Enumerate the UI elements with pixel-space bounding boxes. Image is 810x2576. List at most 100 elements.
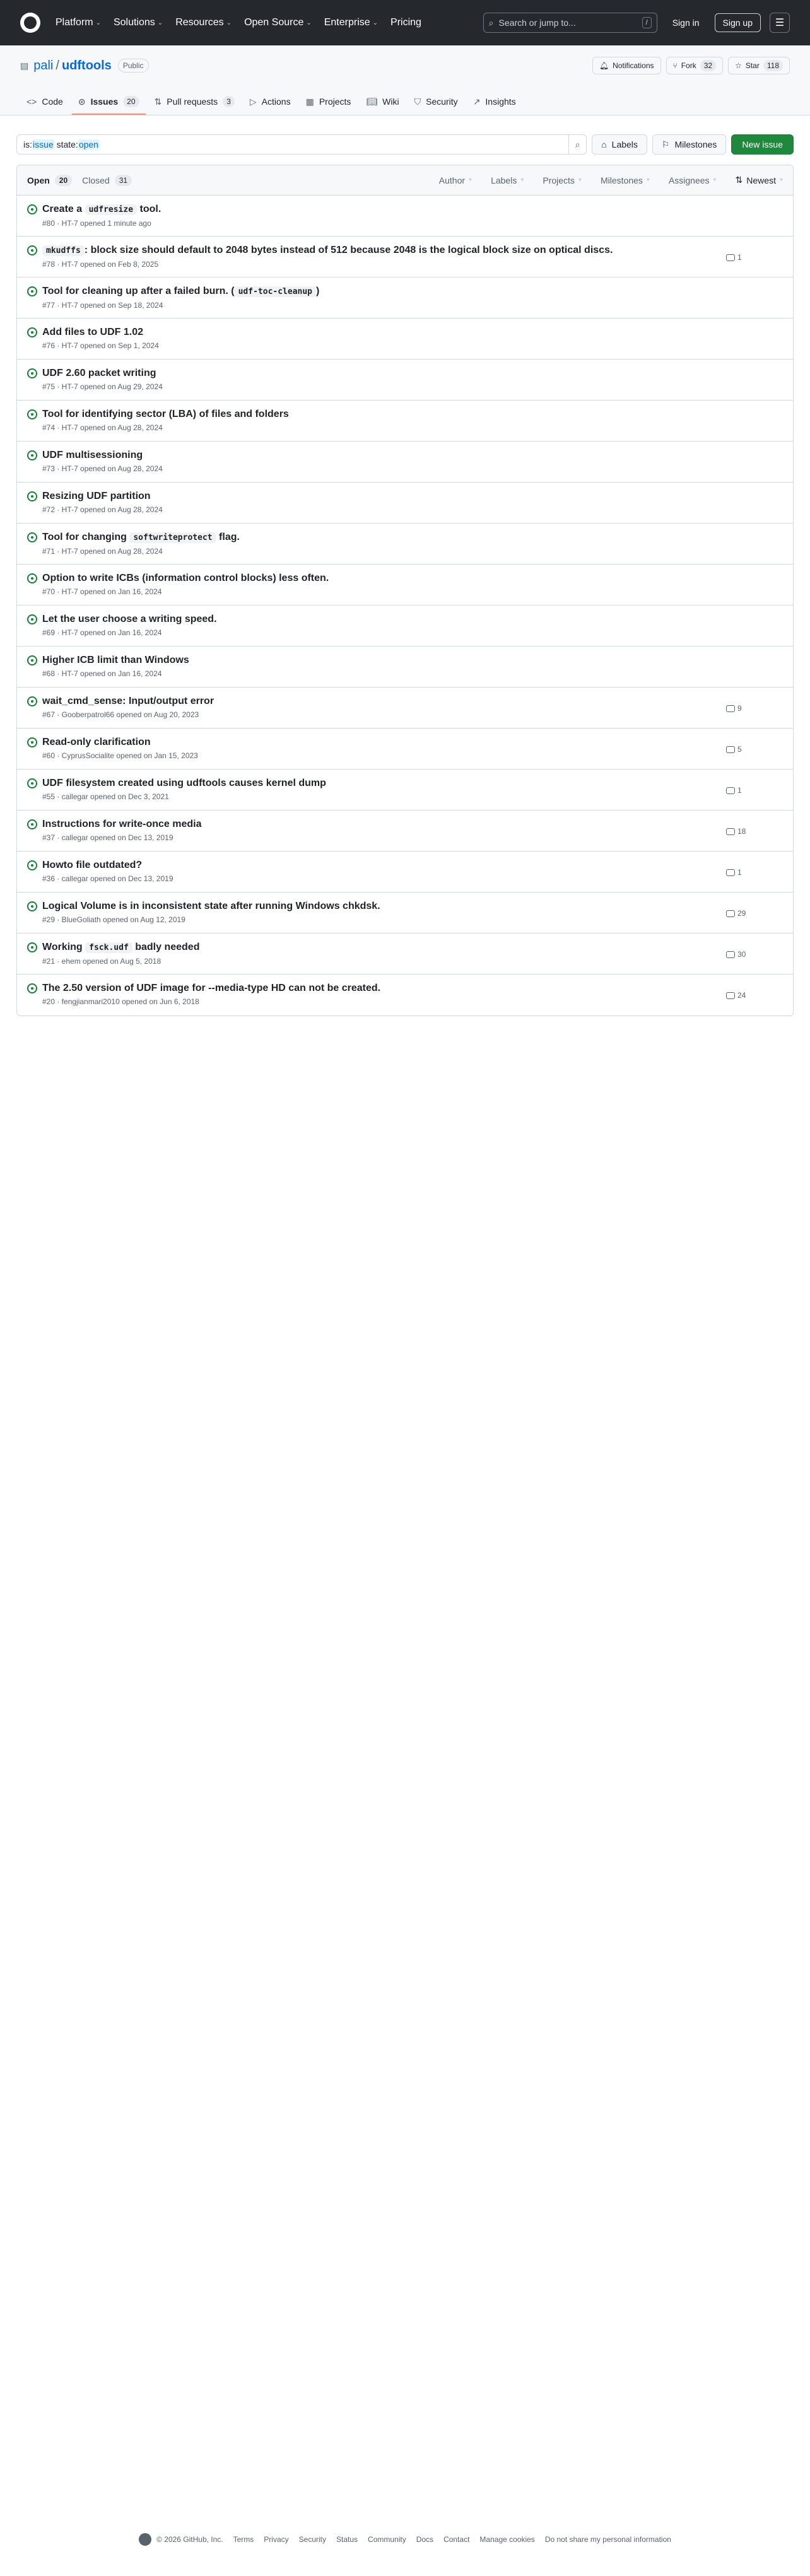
nav-enterprise[interactable]: Enterprise ⌄ — [324, 17, 378, 28]
issue-meta: #77 · HT-7 opened on Sep 18, 2024 — [42, 301, 163, 310]
issue-title-link[interactable]: UDF 2.60 packet writing — [42, 368, 156, 378]
new-issue-button[interactable]: New issue — [731, 134, 794, 155]
footer-link-security[interactable]: Security — [299, 2535, 326, 2544]
issue-title-link[interactable]: Howto file outdated? — [42, 860, 142, 870]
issue-row[interactable]: Let the user choose a writing speed. #69 … — [17, 606, 793, 647]
footer-link-do-not-share[interactable]: Do not share my personal information — [545, 2535, 671, 2544]
issue-comments[interactable]: 9 — [726, 694, 783, 713]
issue-row[interactable]: The 2.50 version of UDF image for --medi… — [17, 975, 793, 1016]
nav-open-source[interactable]: Open Source ⌄ — [244, 17, 312, 28]
search-icon[interactable]: ⌕ — [568, 134, 586, 155]
global-search-input[interactable]: ⌕ Search or jump to... / — [483, 13, 657, 33]
issue-row[interactable]: Create a udfresize tool. #80 · HT-7 opene… — [17, 196, 793, 237]
tab-wiki[interactable]: 📖︎ Wiki — [360, 90, 405, 115]
chevron-down-icon: ⌄ — [95, 19, 101, 26]
nav-resources[interactable]: Resources ⌄ — [175, 17, 232, 28]
milestones-button[interactable]: ⚐ Milestones — [652, 134, 727, 155]
issue-row[interactable]: Resizing UDF partition #72 · HT-7 opened … — [17, 483, 793, 524]
issue-row[interactable]: Instructions for write-once media #37 · c… — [17, 811, 793, 852]
issue-title-link[interactable]: wait_cmd_sense: Input/output error — [42, 696, 214, 706]
header-actions: ⌕ Search or jump to... / Sign in Sign up… — [483, 13, 790, 33]
issue-title-link[interactable]: UDF multisessioning — [42, 450, 143, 460]
assignees-filter[interactable]: Assignees ▾ — [669, 175, 717, 185]
sort-dropdown[interactable]: ⇅ Newest ▾ — [736, 175, 783, 185]
issue-title-link[interactable]: Option to write ICBs (information contro… — [42, 573, 329, 583]
issue-comments[interactable]: 29 — [726, 899, 783, 918]
sign-in-link[interactable]: Sign in — [666, 18, 706, 28]
issue-row[interactable]: Howto file outdated? #36 · callegar opene… — [17, 852, 793, 893]
repo-owner-link[interactable]: pali — [33, 59, 53, 73]
issue-title-link[interactable]: Higher ICB limit than Windows — [42, 655, 189, 665]
issue-title-link[interactable]: Working fsck.udf badly needed — [42, 942, 199, 953]
issue-row[interactable]: Logical Volume is in inconsistent state … — [17, 893, 793, 934]
footer-link-terms[interactable]: Terms — [233, 2535, 254, 2544]
issue-row[interactable]: Working fsck.udf badly needed #21 · ehem … — [17, 934, 793, 975]
issue-title-link[interactable]: Add files to UDF 1.02 — [42, 327, 143, 337]
triangle-down-icon: ▾ — [713, 177, 717, 184]
tab-insights[interactable]: ↗ Insights — [467, 90, 522, 115]
issue-title-link[interactable]: Tool for identifying sector (LBA) of fil… — [42, 409, 289, 419]
nav-solutions[interactable]: Solutions ⌄ — [114, 17, 163, 28]
issue-title-link[interactable]: Tool for changing softwriteprotect flag. — [42, 532, 240, 543]
tab-pull-requests[interactable]: ⇅ Pull requests 3 — [148, 90, 241, 115]
nav-platform[interactable]: Platform ⌄ — [56, 17, 101, 28]
issue-comments[interactable]: 5 — [726, 735, 783, 754]
issue-title-link[interactable]: The 2.50 version of UDF image for --medi… — [42, 983, 380, 993]
footer-link-contact[interactable]: Contact — [443, 2535, 469, 2544]
footer-link-privacy[interactable]: Privacy — [264, 2535, 288, 2544]
tab-code[interactable]: <> Code — [20, 90, 69, 115]
labels-button[interactable]: ⌂ Labels — [592, 134, 647, 155]
tab-issues[interactable]: ⊙ Issues 20 — [71, 90, 146, 115]
footer-link-status[interactable]: Status — [336, 2535, 358, 2544]
issue-row[interactable]: Tool for changing softwriteprotect flag.… — [17, 524, 793, 565]
author-filter[interactable]: Author ▾ — [439, 175, 472, 185]
issue-row[interactable]: wait_cmd_sense: Input/output error #67 · … — [17, 688, 793, 729]
open-issues-tab[interactable]: Open 20 — [27, 174, 73, 186]
issue-row[interactable]: UDF multisessioning #73 · HT-7 opened on … — [17, 442, 793, 483]
issue-row[interactable]: mkudffs: block size should default to 20… — [17, 237, 793, 278]
issue-row[interactable]: Tool for cleaning up after a failed burn… — [17, 278, 793, 319]
closed-issues-tab[interactable]: Closed 31 — [82, 174, 132, 186]
issue-row[interactable]: UDF filesystem created using udftools ca… — [17, 770, 793, 811]
issue-title-link[interactable]: mkudffs: block size should default to 20… — [42, 245, 613, 256]
issue-comments[interactable]: 18 — [726, 817, 783, 836]
issue-title-link[interactable]: UDF filesystem created using udftools ca… — [42, 778, 326, 788]
notifications-button[interactable]: 🔔︎ Notifications — [592, 57, 661, 74]
labels-filter[interactable]: Labels ▾ — [491, 175, 524, 185]
projects-filter[interactable]: Projects ▾ — [543, 175, 582, 185]
star-button[interactable]: ☆ Star 118 — [728, 57, 790, 74]
tab-projects[interactable]: ▦ Projects — [300, 90, 358, 115]
issue-row[interactable]: Higher ICB limit than Windows #68 · HT-7 … — [17, 647, 793, 688]
issue-title-link[interactable]: Let the user choose a writing speed. — [42, 614, 217, 624]
issue-title-link[interactable]: Read-only clarification — [42, 737, 151, 747]
issue-comments[interactable]: 1 — [726, 776, 783, 795]
repo-name-link[interactable]: udftools — [62, 59, 112, 73]
issue-row[interactable]: Tool for identifying sector (LBA) of fil… — [17, 401, 793, 442]
footer-link-manage-cookies[interactable]: Manage cookies — [479, 2535, 534, 2544]
issue-row[interactable]: UDF 2.60 packet writing #75 · HT-7 opened… — [17, 360, 793, 401]
issue-comments[interactable]: 30 — [726, 940, 783, 959]
sign-up-button[interactable]: Sign up — [714, 13, 761, 32]
issue-title-link[interactable]: Logical Volume is in inconsistent state … — [42, 901, 380, 911]
footer-link-docs[interactable]: Docs — [416, 2535, 433, 2544]
issue-comments[interactable]: 1 — [726, 858, 783, 877]
hamburger-menu-icon[interactable]: ☰ — [770, 13, 790, 33]
issue-title-link[interactable]: Tool for cleaning up after a failed burn… — [42, 286, 319, 297]
issue-comments[interactable]: 24 — [726, 981, 783, 1000]
issues-search-input[interactable]: is: issue state: open ⌕ — [16, 134, 587, 155]
issue-comments[interactable]: 1 — [726, 243, 783, 262]
issue-row[interactable]: Read-only clarification #60 · CyprusSocia… — [17, 729, 793, 770]
issue-row[interactable]: Option to write ICBs (information contro… — [17, 565, 793, 606]
issue-row[interactable]: Add files to UDF 1.02 #76 · HT-7 opened o… — [17, 319, 793, 360]
nav-pricing[interactable]: Pricing — [390, 17, 421, 28]
issue-title-link[interactable]: Instructions for write-once media — [42, 819, 201, 829]
milestones-filter[interactable]: Milestones ▾ — [601, 175, 650, 185]
issue-title-text: UDF 2.60 packet writing — [42, 368, 156, 378]
issue-title-link[interactable]: Create a udfresize tool. — [42, 204, 161, 215]
issue-title-link[interactable]: Resizing UDF partition — [42, 491, 151, 501]
tab-actions[interactable]: ▷ Actions — [244, 90, 297, 115]
tab-security[interactable]: ⛉ Security — [408, 90, 464, 115]
footer-link-community[interactable]: Community — [368, 2535, 406, 2544]
fork-button[interactable]: ⑂ Fork 32 — [666, 57, 724, 74]
github-logo-icon[interactable] — [20, 13, 40, 33]
